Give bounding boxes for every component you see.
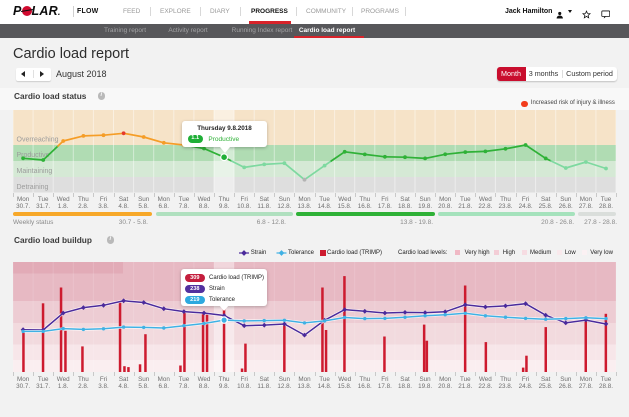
svg-text:Detraining: Detraining [17, 184, 49, 191]
svg-text:Overreaching: Overreaching [17, 137, 59, 144]
svg-text:Maintaining: Maintaining [17, 168, 53, 175]
